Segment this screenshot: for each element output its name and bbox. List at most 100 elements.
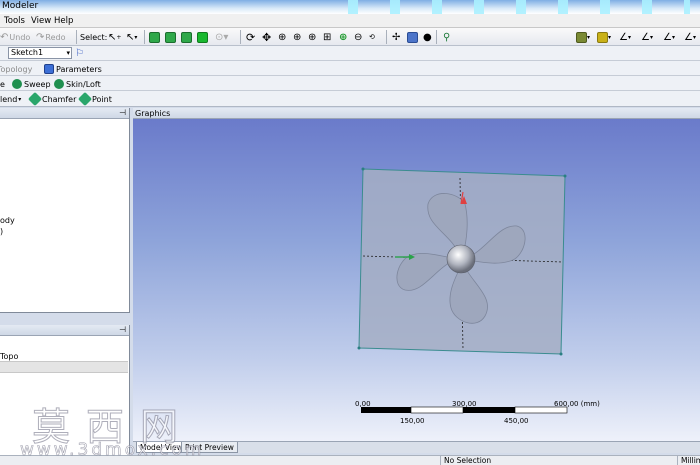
sweep-label: Sweep	[24, 79, 51, 89]
menu-help[interactable]: Help	[54, 16, 73, 26]
plane-corner-br	[559, 352, 563, 356]
features-toolbar: e Sweep Skin/Loft	[0, 76, 700, 91]
sweep-icon	[12, 79, 22, 89]
units-status: Millim	[677, 456, 700, 465]
point-icon	[77, 91, 93, 107]
tree-item-body[interactable]: ody	[0, 216, 15, 225]
skin-loft-label: Skin/Loft	[66, 79, 101, 89]
scale-bar: 0,00 300,00 600,00 (mm) 150,00 450,00	[355, 400, 600, 425]
line-tool-1[interactable]: ∠ ▾	[619, 30, 631, 44]
display-mode-button[interactable]	[407, 30, 418, 44]
details-pane: ⊣ Topo	[0, 325, 130, 465]
line-angle-icon-4: ∠	[684, 31, 693, 43]
rotate-button[interactable]: ⟳	[246, 30, 255, 44]
pan-button[interactable]: ✥	[262, 30, 271, 44]
pin-icon[interactable]: ⊣	[119, 108, 126, 117]
details-row-empty[interactable]	[0, 362, 128, 373]
body-select-button[interactable]	[197, 30, 208, 44]
look-at-button[interactable]: ⚲	[443, 30, 450, 44]
sketch-toolbar: Sketch1 ▾ ⚐	[0, 46, 700, 61]
zoom-icon: ⊕	[278, 31, 287, 43]
triad-icon: ✢	[392, 31, 401, 43]
topology-label: Topology	[0, 64, 33, 74]
graphics-viewport[interactable]: Graphics 0,00 300,00 600,00 (mm) 150,00 …	[133, 108, 700, 441]
magnifier-icon: ⊖	[354, 31, 363, 43]
blend-button[interactable]: lend ▾	[0, 93, 21, 105]
look-at-icon: ⚲	[443, 31, 451, 43]
zoom-button[interactable]: ⊕	[278, 30, 286, 44]
zoom-box-button[interactable]: ⊕	[308, 30, 316, 44]
color-display-button[interactable]: ▾	[576, 30, 590, 44]
parameters-label: Parameters	[56, 64, 102, 74]
topology-button[interactable]: Topology	[0, 63, 32, 75]
new-sketch-button[interactable]: ⚐	[75, 47, 84, 59]
features-toolbar-2: lend ▾ Chamfer Point	[0, 91, 700, 107]
scale-label-300: 300,00	[452, 400, 477, 408]
parameters-toolbar: Topology Parameters	[0, 61, 700, 76]
revolve-button-partial[interactable]: e	[0, 78, 5, 90]
bar-display-button[interactable]: ▾	[597, 30, 611, 44]
scale-label-600: 600,00 (mm)	[554, 400, 600, 408]
sweep-button[interactable]: Sweep	[12, 78, 51, 90]
magnifier-button[interactable]: ⊖	[354, 30, 362, 44]
menu-view[interactable]: View	[31, 16, 51, 26]
line-tool-3[interactable]: ∠ ▾	[663, 30, 675, 44]
view-tabs: Model View Print Preview	[133, 441, 700, 453]
pan-icon: ✥	[262, 30, 272, 44]
point-display-button[interactable]: ●	[423, 30, 432, 44]
chevron-down-icon: ▾	[66, 49, 70, 57]
tree-item-partial[interactable]: )	[0, 227, 3, 236]
redo-button[interactable]: ↷ Redo	[36, 30, 65, 44]
chamfer-icon	[27, 91, 43, 107]
undo-button[interactable]: ↶ Undo	[0, 30, 30, 44]
edge-select-button[interactable]	[165, 30, 176, 44]
zoom-in-button[interactable]: ⊕	[293, 30, 301, 44]
scale-label-150: 150,00	[400, 417, 425, 425]
extend-icon: ⊙▾	[215, 31, 229, 43]
view-iso-button[interactable]: ⟲	[369, 30, 375, 44]
select-label: Select:	[80, 32, 108, 42]
menu-bar: Tools View Help	[0, 14, 700, 28]
point-label: Point	[92, 94, 112, 104]
tab-model-view[interactable]: Model View	[136, 442, 187, 453]
tab-print-preview[interactable]: Print Preview	[181, 442, 238, 453]
zoom-to-fit-button[interactable]: ⊕	[339, 30, 347, 44]
grid-display-icon	[576, 31, 587, 43]
title-bar: Modeler	[0, 0, 700, 14]
undo-label: Undo	[9, 32, 31, 42]
plane-corner-tl	[361, 167, 365, 171]
cube-icon	[407, 31, 418, 43]
chamfer-button[interactable]: Chamfer	[27, 91, 76, 107]
select-mode-button[interactable]: ↖ +	[108, 30, 121, 44]
zoom-fit-button[interactable]: ⊞	[323, 30, 331, 44]
select-body-icon	[197, 31, 208, 43]
zoom-fit-green-icon: ⊕	[339, 31, 348, 43]
point-select-button[interactable]	[149, 30, 160, 44]
line-angle-icon-2: ∠	[641, 31, 650, 43]
scale-label-0: 0,00	[355, 400, 371, 408]
extend-select-button[interactable]: ⊙▾	[215, 30, 228, 44]
undo-icon: ↶	[0, 31, 9, 43]
line-tool-4[interactable]: ∠ ▾	[684, 30, 696, 44]
sketch-dropdown[interactable]: Sketch1 ▾	[8, 47, 72, 59]
line-tool-2[interactable]: ∠ ▾	[641, 30, 653, 44]
title-bar-glare	[330, 0, 690, 14]
menu-tools[interactable]: Tools	[4, 16, 25, 26]
propeller-hub[interactable]	[446, 244, 476, 274]
parameters-button[interactable]: Parameters	[44, 63, 102, 75]
plane-corner-bl	[357, 346, 361, 350]
face-select-button[interactable]	[181, 30, 192, 44]
select-filter-button[interactable]: ↖ ▾	[126, 30, 137, 44]
cursor-icon: ↖	[108, 31, 117, 43]
select-face-icon	[181, 31, 192, 43]
zoom-in-icon: ⊕	[293, 31, 302, 43]
point-button[interactable]: Point	[77, 91, 112, 107]
details-row-topo[interactable]: Topo	[0, 351, 128, 362]
skin-loft-button[interactable]: Skin/Loft	[54, 78, 101, 90]
skin-loft-icon	[54, 79, 64, 89]
triad-button[interactable]: ✢	[392, 30, 400, 44]
pin-icon[interactable]: ⊣	[119, 325, 126, 334]
line-angle-icon: ∠	[619, 31, 628, 43]
model-canvas[interactable]: 0,00 300,00 600,00 (mm) 150,00 450,00	[133, 108, 700, 441]
zoom-box-icon: ⊕	[308, 31, 317, 43]
